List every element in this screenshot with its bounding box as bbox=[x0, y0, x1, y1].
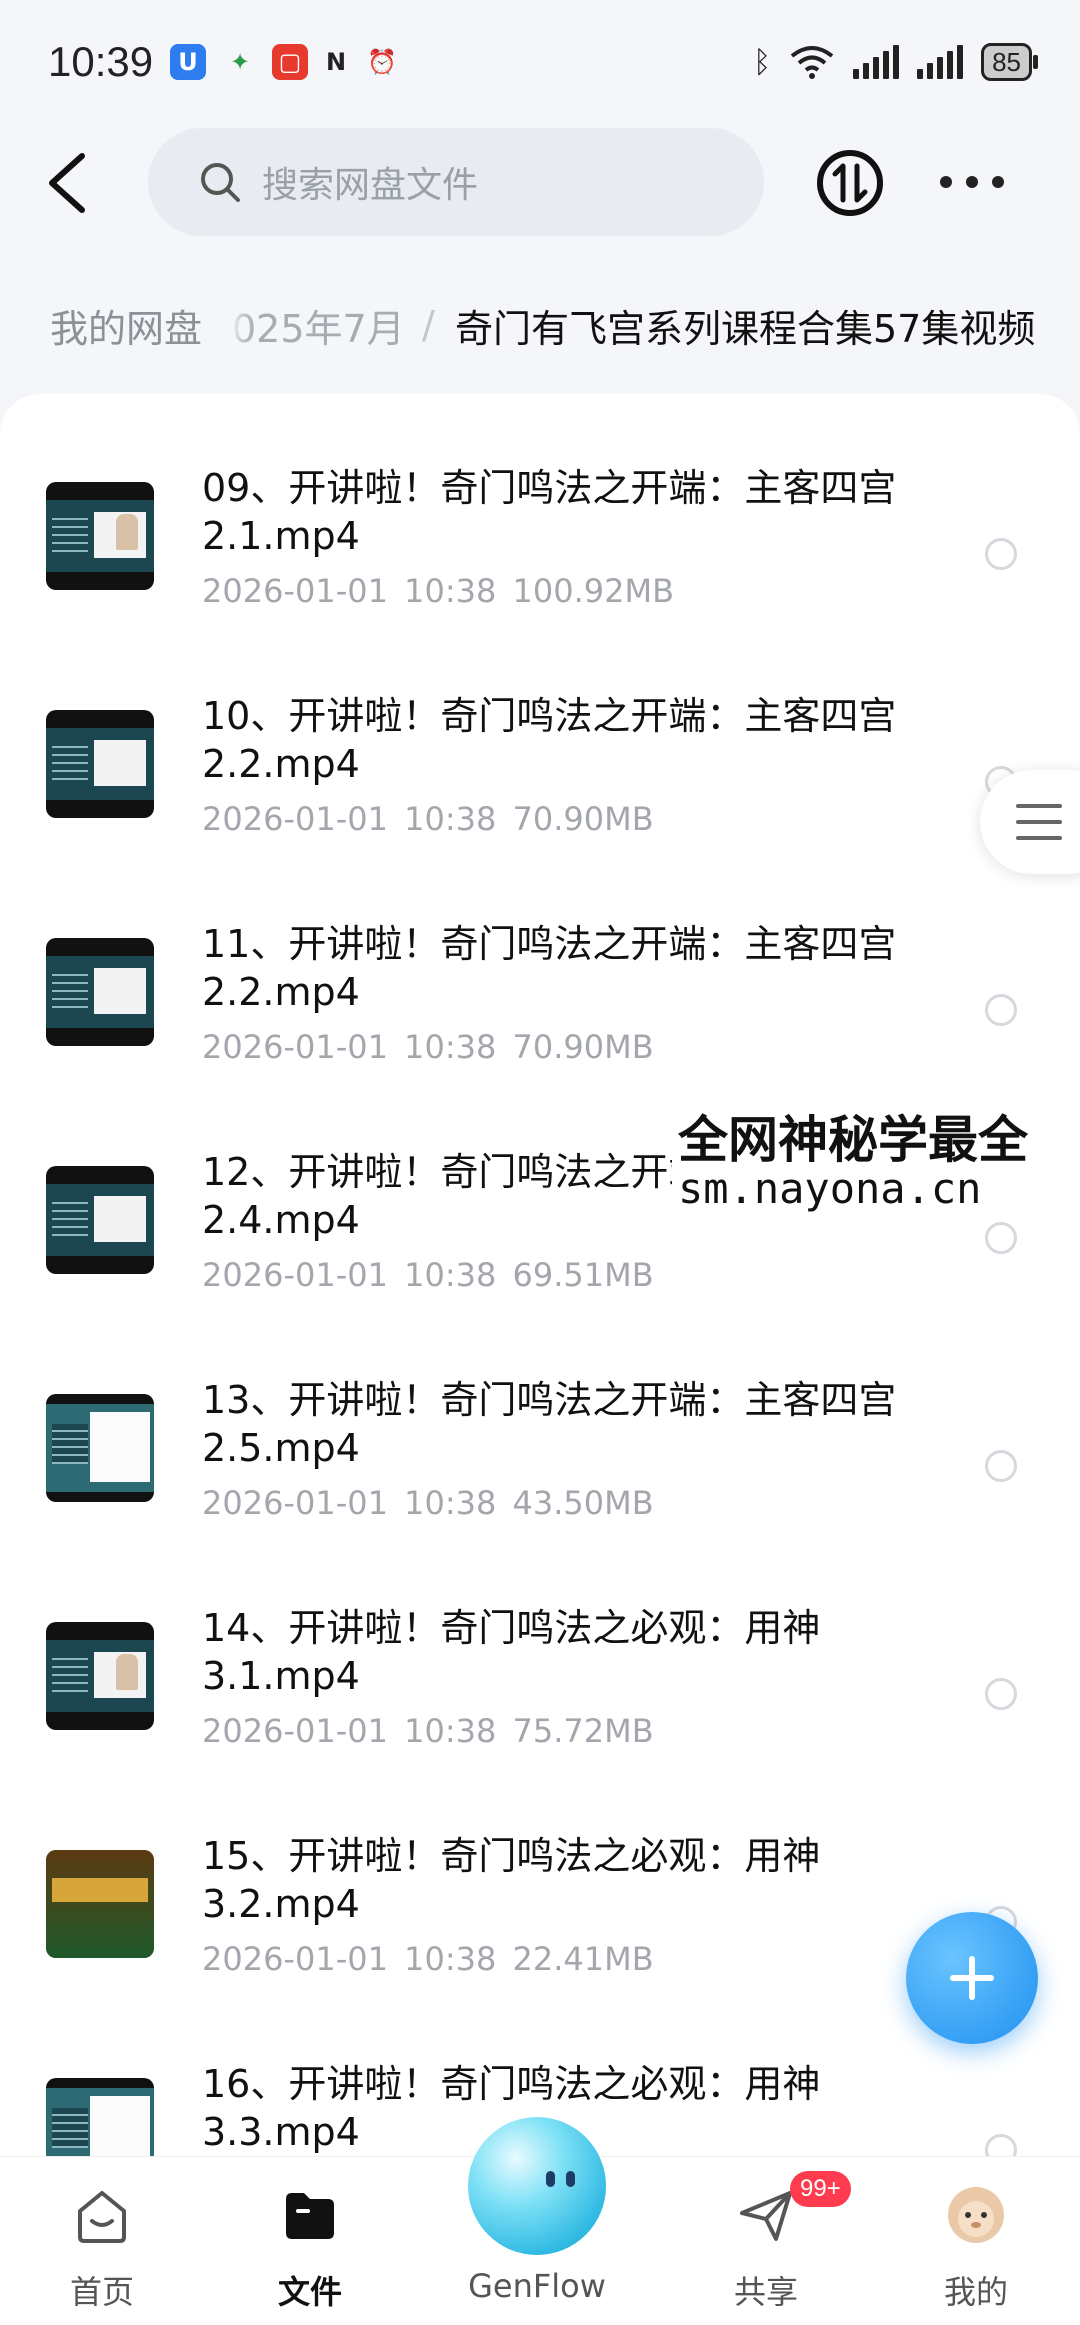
menu-line-icon bbox=[1016, 804, 1062, 808]
file-row[interactable]: 11、开讲啦！奇门鸣法之开端：主客四宫2.2.mp4 2026-01-01 10… bbox=[0, 850, 1080, 1078]
nav-label: 共享 bbox=[733, 2273, 798, 2311]
breadcrumb-parent[interactable]: 025年7月 bbox=[232, 285, 405, 365]
nav-label: GenFlow bbox=[468, 2267, 606, 2305]
file-name: 10、开讲啦！奇门鸣法之开端：主客四宫2.2.mp4 bbox=[202, 694, 897, 786]
watermark-overlay: 全网神秘学最全 sm.nayona.cn bbox=[672, 1100, 1080, 1220]
video-thumbnail bbox=[46, 1394, 154, 1502]
bluetooth-icon: ᛒ bbox=[753, 44, 772, 80]
share-badge: 99+ bbox=[790, 2171, 851, 2207]
wifi-icon bbox=[790, 46, 834, 79]
transfer-button[interactable] bbox=[815, 148, 885, 218]
home-icon bbox=[78, 2191, 126, 2243]
video-thumbnail bbox=[46, 710, 154, 818]
file-meta: 2026-01-01 10:38 43.50MB bbox=[202, 1484, 654, 1522]
back-button[interactable] bbox=[38, 150, 98, 216]
nav-files[interactable]: 文件 bbox=[220, 2157, 400, 2325]
watermark-url: sm.nayona.cn bbox=[678, 1164, 982, 1213]
file-name: 13、开讲啦！奇门鸣法之开端：主客四宫2.5.mp4 bbox=[202, 1378, 897, 1470]
select-checkbox[interactable] bbox=[985, 994, 1017, 1026]
file-meta: 2026-01-01 10:38 70.90MB bbox=[202, 1028, 654, 1066]
file-meta: 2026-01-01 10:38 75.72MB bbox=[202, 1712, 654, 1750]
file-name: 09、开讲啦！奇门鸣法之开端：主客四宫2.1.mp4 bbox=[202, 466, 897, 558]
add-button[interactable] bbox=[906, 1912, 1038, 2044]
nav-label: 我的 bbox=[943, 2273, 1008, 2311]
battery-icon: 85 bbox=[981, 43, 1038, 81]
file-row[interactable]: 10、开讲啦！奇门鸣法之开端：主客四宫2.2.mp4 2026-01-01 10… bbox=[0, 622, 1080, 850]
file-row[interactable]: 09、开讲啦！奇门鸣法之开端：主客四宫2.1.mp4 2026-01-01 10… bbox=[0, 394, 1080, 622]
file-meta: 2026-01-01 10:38 100.92MB bbox=[202, 572, 675, 610]
video-thumbnail bbox=[46, 1850, 154, 1958]
nav-label: 文件 bbox=[277, 2273, 342, 2311]
dot-icon bbox=[940, 176, 952, 188]
share-plane-icon bbox=[740, 2191, 792, 2241]
select-checkbox[interactable] bbox=[985, 1222, 1017, 1254]
nav-genflow[interactable]: GenFlow bbox=[447, 2157, 627, 2325]
file-list: 09、开讲啦！奇门鸣法之开端：主客四宫2.1.mp4 2026-01-01 10… bbox=[0, 394, 1080, 2174]
file-row[interactable]: 14、开讲啦！奇门鸣法之必观：用神3.1.mp4 2026-01-01 10:3… bbox=[0, 1534, 1080, 1762]
file-row[interactable]: 13、开讲啦！奇门鸣法之开端：主客四宫2.5.mp4 2026-01-01 10… bbox=[0, 1306, 1080, 1534]
mobile-network-icon: ✦ bbox=[229, 48, 251, 76]
signal-2-icon bbox=[917, 45, 964, 79]
select-checkbox[interactable] bbox=[985, 1450, 1017, 1482]
alarm-icon: ⏰ bbox=[367, 48, 397, 76]
status-time: 10:39 bbox=[48, 38, 154, 85]
dot-icon bbox=[992, 176, 1004, 188]
avatar-icon bbox=[948, 2187, 1004, 2243]
video-thumbnail bbox=[46, 1622, 154, 1730]
menu-line-icon bbox=[1016, 836, 1062, 840]
file-meta: 2026-01-01 10:38 70.90MB bbox=[202, 800, 654, 838]
dot-icon bbox=[966, 176, 978, 188]
nav-profile[interactable]: 我的 bbox=[886, 2157, 1066, 2325]
breadcrumb: 我的网盘 025年7月 / 奇门有飞宫系列课程合集57集视频 bbox=[0, 285, 1080, 365]
breadcrumb-separator: / bbox=[422, 303, 435, 347]
select-checkbox[interactable] bbox=[985, 1678, 1017, 1710]
file-name: 11、开讲啦！奇门鸣法之开端：主客四宫2.2.mp4 bbox=[202, 922, 897, 1014]
file-name: 15、开讲啦！奇门鸣法之必观：用神3.2.mp4 bbox=[202, 1834, 821, 1926]
watermark-title: 全网神秘学最全 bbox=[678, 1111, 1028, 1169]
video-app-icon: ▢ bbox=[272, 44, 308, 80]
select-checkbox[interactable] bbox=[985, 538, 1017, 570]
folder-icon bbox=[286, 2193, 334, 2239]
status-bar: 10:39 U ✦ ▢ N ⏰ ᛒ 85 bbox=[0, 0, 1080, 120]
file-meta: 2026-01-01 10:38 22.41MB bbox=[202, 1940, 654, 1978]
search-placeholder: 搜索网盘文件 bbox=[262, 165, 479, 206]
breadcrumb-root[interactable]: 我的网盘 bbox=[20, 285, 233, 365]
bottom-nav: 首页 文件 GenFlow 共享 99+ 我的 bbox=[0, 2117, 1080, 2325]
app-notification-icon: U bbox=[170, 44, 206, 80]
nav-label: 首页 bbox=[69, 2273, 134, 2311]
nfc-icon: N bbox=[325, 48, 347, 76]
file-name: 14、开讲啦！奇门鸣法之必观：用神3.1.mp4 bbox=[202, 1606, 821, 1698]
search-input[interactable]: 搜索网盘文件 bbox=[148, 128, 764, 236]
video-thumbnail bbox=[46, 1166, 154, 1274]
video-thumbnail bbox=[46, 482, 154, 590]
breadcrumb-current: 奇门有飞宫系列课程合集57集视频 bbox=[455, 306, 1036, 351]
status-right: ᛒ 85 bbox=[753, 40, 1038, 84]
search-icon bbox=[201, 163, 240, 202]
file-meta: 2026-01-01 10:38 69.51MB bbox=[202, 1256, 654, 1294]
nav-home[interactable]: 首页 bbox=[12, 2157, 192, 2325]
chevron-left-icon bbox=[49, 153, 85, 213]
side-menu-handle[interactable] bbox=[980, 770, 1080, 874]
signal-1-icon bbox=[853, 45, 900, 79]
menu-line-icon bbox=[1016, 820, 1062, 824]
video-thumbnail bbox=[46, 938, 154, 1046]
more-options-button[interactable] bbox=[940, 160, 1004, 204]
